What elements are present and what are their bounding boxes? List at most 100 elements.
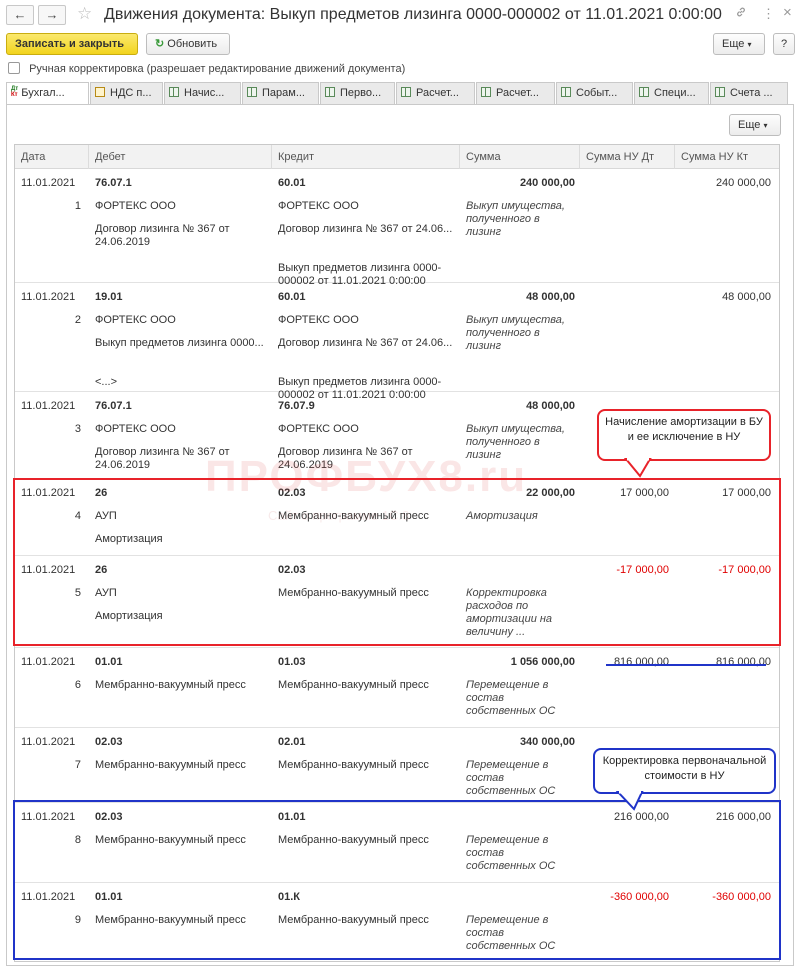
tab-4[interactable]: Парам... [242, 82, 319, 104]
register-table-icon [169, 87, 179, 97]
debit-account: 76.07.1 [95, 177, 132, 189]
manual-correction-label: Ручная корректировка (разрешает редактир… [29, 63, 406, 75]
register-table-icon [247, 87, 257, 97]
register-tabs: Дт Кт Бухгал... НДС п... Начис... Парам... Пер… [6, 82, 794, 105]
tab-label: Бухгал... [21, 87, 65, 99]
tab-label: Парам... [262, 87, 305, 99]
debit-subconto: Договор лизинга № 367 от 24.06.2019 [95, 223, 230, 248]
table-header: Дата Дебет Кредит Сумма Сумма НУ Дт Сумма НУ … [15, 145, 779, 169]
credit-subconto: Мембранно-вакуумный пресс [278, 759, 429, 771]
tab-5[interactable]: Перво... [320, 82, 395, 104]
column-header[interactable]: Дата [15, 145, 89, 169]
chevron-down-icon: ▾ [747, 40, 752, 49]
back-button[interactable]: ← [6, 5, 34, 25]
register-table-icon [715, 87, 725, 97]
help-button[interactable]: ? [773, 33, 795, 55]
credit-subconto: ФОРТЕКС ООО [278, 423, 359, 435]
date-cell: 11.01.2021 [21, 736, 76, 748]
debit-account: 19.01 [95, 291, 123, 303]
credit-account: 76.07.9 [278, 400, 315, 412]
line-number: 6 [74, 679, 81, 691]
nu-kt-cell: 816 000,00 [715, 656, 771, 668]
debit-account: 02.03 [95, 736, 123, 748]
panel-more-label: Еще [738, 119, 761, 131]
table-row[interactable]: 11.01.2021 2 19.01 ФОРТЕКС ООО Выкуп предмет… [15, 283, 779, 401]
sum-cell: 240 000,00 [519, 177, 575, 189]
tab-3[interactable]: Начис... [164, 82, 241, 104]
manual-correction-checkbox[interactable] [8, 62, 20, 74]
tab-label: Начис... [184, 87, 225, 99]
refresh-button[interactable]: ↻ Обновить [146, 33, 230, 55]
annotation-underline-blue [606, 664, 766, 666]
credit-subconto: Договор лизинга № 367 от 24.06... [278, 337, 453, 349]
credit-account: 01.03 [278, 656, 306, 668]
tab-label: Счета ... [730, 87, 773, 99]
table-row[interactable]: 11.01.2021 6 01.01 Мембранно-вакуумный прес… [15, 648, 779, 728]
content-cell: Перемещение в состав собственных ОС [466, 679, 556, 717]
forward-button[interactable]: → [38, 5, 66, 25]
favorite-star-icon[interactable]: ☆ [77, 4, 92, 24]
callout-amortization: Начисление амортизации в БУ и ее исключе… [597, 409, 771, 461]
debit-account: 76.07.1 [95, 400, 132, 412]
more-button[interactable]: Еще ▾ [713, 33, 765, 55]
tab-9[interactable]: Специ... [634, 82, 709, 104]
credit-subconto: ФОРТЕКС ООО [278, 200, 359, 212]
tab-2[interactable]: НДС п... [90, 82, 163, 104]
column-header[interactable]: Кредит [272, 145, 460, 169]
sum-cell: 48 000,00 [526, 400, 575, 412]
close-icon[interactable]: × [783, 4, 792, 21]
table-row[interactable]: 11.01.2021 1 76.07.1 ФОРТЕКС ООО Договор лиз… [15, 169, 779, 287]
tab-label: Расчет... [496, 87, 539, 99]
debit-subconto: <...> [95, 376, 118, 388]
tab-8[interactable]: Событ... [556, 82, 633, 104]
column-header[interactable]: Сумма НУ Кт [675, 145, 779, 169]
date-cell: 11.01.2021 [21, 291, 76, 303]
tab-label: Специ... [654, 87, 696, 99]
tab-label: Событ... [576, 87, 618, 99]
manual-correction-row[interactable]: Ручная корректировка (разрешает редактир… [8, 62, 405, 76]
back-arrow-icon: ← [13, 7, 27, 22]
callout-initial-cost: Корректировка первоначальной стоимости в… [593, 748, 776, 794]
document-icon [95, 87, 105, 97]
tab-10[interactable]: Счета ... [710, 82, 788, 104]
refresh-icon: ↻ [155, 38, 165, 50]
callout-initial-cost-text: Корректировка первоначальной стоимости в… [602, 755, 767, 782]
title-bar: ← → ☆ Движения документа: Выкуп предмето… [0, 0, 800, 28]
column-header[interactable]: Сумма НУ Дт [580, 145, 675, 169]
save-and-close-button[interactable]: Записать и закрыть [6, 33, 138, 55]
credit-subconto: Мембранно-вакуумный пресс [278, 679, 429, 691]
debit-subconto: ФОРТЕКС ООО [95, 200, 176, 212]
date-cell: 11.01.2021 [21, 656, 76, 668]
forward-arrow-icon: → [45, 7, 59, 22]
credit-account: 02.01 [278, 736, 306, 748]
nu-dt-cell: 816 000,00 [613, 656, 669, 668]
register-table-icon [639, 87, 649, 97]
nu-kt-cell: 240 000,00 [715, 177, 771, 189]
callout-initial-cost-pointer [615, 791, 644, 811]
debit-subconto: ФОРТЕКС ООО [95, 423, 176, 435]
link-icon[interactable] [735, 6, 747, 21]
tab-7[interactable]: Расчет... [476, 82, 555, 104]
tab-6[interactable]: Расчет... [396, 82, 475, 104]
chevron-down-icon: ▾ [763, 121, 768, 130]
tab-label: Расчет... [416, 87, 459, 99]
register-table-icon [481, 87, 491, 97]
debit-subconto: Мембранно-вакуумный пресс [95, 759, 246, 771]
column-header[interactable]: Дебет [89, 145, 272, 169]
date-cell: 11.01.2021 [21, 400, 76, 412]
column-header[interactable]: Сумма [460, 145, 580, 169]
refresh-label: Обновить [167, 38, 218, 50]
debit-account: 01.01 [95, 656, 123, 668]
credit-account: 60.01 [278, 177, 306, 189]
more-label: Еще [722, 38, 745, 50]
more-vertical-icon[interactable]: ⋮ [762, 6, 775, 22]
credit-account: 60.01 [278, 291, 306, 303]
tab-label: НДС п... [110, 87, 152, 99]
annotation-frame-blue [13, 800, 781, 960]
panel-more-button[interactable]: Еще ▾ [729, 114, 781, 136]
register-table-icon [401, 87, 411, 97]
line-number: 1 [74, 200, 81, 212]
debit-subconto: ФОРТЕКС ООО [95, 314, 176, 326]
window-title: Движения документа: Выкуп предметов лизи… [104, 6, 722, 23]
tab-1[interactable]: Дт Кт Бухгал... [6, 82, 89, 105]
